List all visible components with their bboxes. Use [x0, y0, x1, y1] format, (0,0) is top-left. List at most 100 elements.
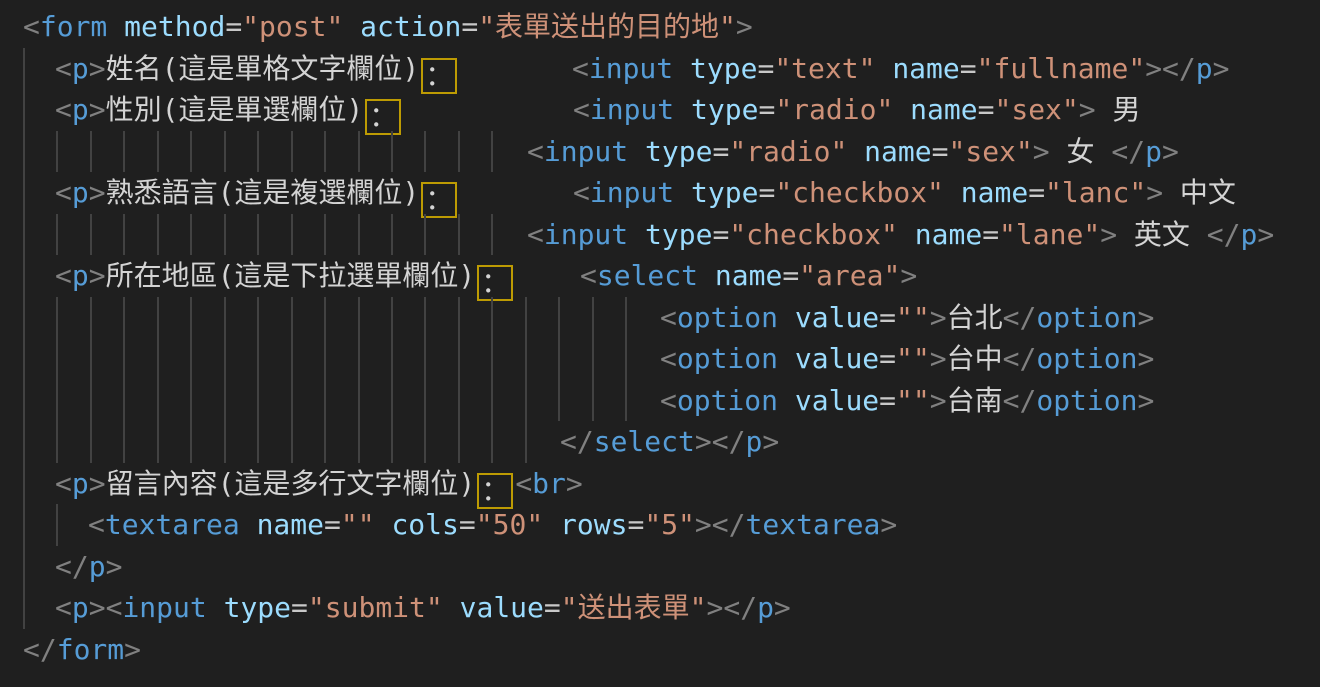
code-token-attribute: cols — [375, 508, 459, 541]
indent-guide — [424, 380, 426, 422]
code-token-attribute: value — [778, 384, 879, 417]
code-line[interactable]: <p>性別(這是單選欄位)：<input type="radio" name="… — [0, 89, 1320, 131]
code-token-punctuation: < — [23, 10, 40, 43]
code-line[interactable]: <option value="">台北</option> — [0, 297, 1320, 339]
code-token-equals: = — [712, 218, 729, 251]
code-token-tag: input — [544, 218, 628, 251]
indent-guide — [90, 131, 92, 173]
indent-guide — [224, 380, 226, 422]
indent-guide — [391, 338, 393, 380]
indent-guide — [491, 297, 493, 339]
code-segment: <input type="radio" name="sex"> 女 </p> — [527, 131, 1179, 173]
code-line[interactable]: <p><input type="submit" value="送出表單"></p… — [0, 587, 1320, 629]
code-line[interactable]: </form> — [0, 629, 1320, 671]
code-token-text: 台中 — [947, 342, 1003, 375]
code-token-attribute: type — [674, 176, 758, 209]
code-line[interactable]: <form method="post" action="表單送出的目的地"> — [0, 6, 1320, 48]
indent-guide — [291, 131, 293, 173]
indent-guide — [391, 421, 393, 463]
code-token-equals: = — [978, 93, 995, 126]
code-token-tag: option — [677, 384, 778, 417]
indent-guide — [592, 380, 594, 422]
code-token-punctuation: > — [1100, 218, 1117, 251]
code-line[interactable]: <textarea name="" cols="50" rows="5"></t… — [0, 504, 1320, 546]
code-token-string: "text" — [774, 52, 875, 85]
code-line[interactable]: <p>留言內容(這是多行文字欄位)：<br> — [0, 463, 1320, 505]
indent-guide — [257, 421, 259, 463]
indent-guide — [424, 131, 426, 173]
code-line[interactable]: <p>熟悉語言(這是複選欄位)：<input type="checkbox" n… — [0, 172, 1320, 214]
indent-guide — [224, 421, 226, 463]
code-segment: <option value="">台南</option> — [660, 380, 1154, 422]
code-line[interactable]: </p> — [0, 546, 1320, 588]
code-segment: <input type="checkbox" name="lane"> 英文 <… — [527, 214, 1274, 256]
code-token-punctuation: >< — [89, 591, 123, 624]
indent-guide — [56, 214, 58, 256]
indent-guide — [56, 338, 58, 380]
code-token-punctuation: > — [1138, 384, 1155, 417]
code-token-tag: p — [72, 93, 89, 126]
code-token-punctuation: ></ — [695, 425, 746, 458]
code-token-attribute: type — [207, 591, 291, 624]
indent-guide — [157, 421, 159, 463]
indent-guide — [491, 131, 493, 173]
code-token-tag: textarea — [105, 508, 240, 541]
indent-guide — [90, 214, 92, 256]
code-token-punctuation: </ — [23, 633, 57, 666]
code-token-tag: p — [1241, 218, 1258, 251]
indent-guide — [90, 421, 92, 463]
code-token-string: "表單送出的目的地" — [478, 10, 736, 43]
code-token-attribute: type — [674, 93, 758, 126]
code-token-punctuation: < — [660, 384, 677, 417]
code-token-attribute: method — [107, 10, 225, 43]
code-token-tag: input — [589, 52, 673, 85]
indent-guide — [23, 546, 25, 588]
code-token-text: 留言內容(這是多行文字欄位) — [106, 467, 476, 500]
indent-guide — [525, 380, 527, 422]
indent-guide — [324, 214, 326, 256]
code-token-punctuation: </ — [1207, 218, 1241, 251]
code-token-punctuation: > — [1213, 52, 1230, 85]
code-segment: <input type="checkbox" name="lanc"> 中文 — [573, 172, 1236, 214]
code-token-tag: form — [57, 633, 124, 666]
code-token-equals: = — [712, 135, 729, 168]
indent-guide — [190, 380, 192, 422]
code-token-tag: p — [89, 550, 106, 583]
indent-guide — [157, 380, 159, 422]
code-token-punctuation: < — [55, 591, 72, 624]
code-token-text: 男 — [1096, 93, 1141, 126]
code-token-punctuation: > — [1079, 93, 1096, 126]
code-token-string: "checkbox" — [775, 176, 944, 209]
code-token-punctuation: > — [89, 176, 106, 209]
code-token-punctuation: > — [900, 259, 917, 292]
code-line[interactable]: <p>所在地區(這是下拉選單欄位)：<select name="area"> — [0, 255, 1320, 297]
indent-guide — [56, 131, 58, 173]
code-token-string: "radio" — [729, 135, 847, 168]
code-token-equals: = — [782, 259, 799, 292]
code-token-tag: p — [72, 259, 89, 292]
code-token-tag: br — [532, 467, 566, 500]
code-token-punctuation: < — [55, 52, 72, 85]
code-token-tag: select — [597, 259, 698, 292]
code-line[interactable]: </select></p> — [0, 421, 1320, 463]
code-editor[interactable]: <form method="post" action="表單送出的目的地"><p… — [0, 0, 1320, 687]
code-token-attribute: name — [847, 135, 931, 168]
code-token-punctuation: > — [89, 52, 106, 85]
code-segment: <p><input type="submit" value="送出表單"></p… — [55, 587, 791, 629]
indent-guide — [224, 297, 226, 339]
code-token-text: 性別(這是單選欄位) — [106, 93, 364, 126]
code-line[interactable]: <option value="">台南</option> — [0, 380, 1320, 422]
code-line[interactable]: <p>姓名(這是單格文字欄位)：<input type="text" name=… — [0, 48, 1320, 90]
code-line[interactable]: <input type="radio" name="sex"> 女 </p> — [0, 131, 1320, 173]
indent-guide — [157, 214, 159, 256]
indent-guide — [123, 214, 125, 256]
indent-guide — [291, 338, 293, 380]
code-token-punctuation: < — [515, 467, 532, 500]
indent-guide — [625, 297, 627, 339]
code-token-tag: option — [1036, 384, 1137, 417]
code-line[interactable]: <input type="checkbox" name="lane"> 英文 <… — [0, 214, 1320, 256]
code-line[interactable]: <option value="">台中</option> — [0, 338, 1320, 380]
code-token-string: "" — [341, 508, 375, 541]
code-token-string: "radio" — [775, 93, 893, 126]
code-segment: <p>所在地區(這是下拉選單欄位)： — [55, 255, 515, 301]
